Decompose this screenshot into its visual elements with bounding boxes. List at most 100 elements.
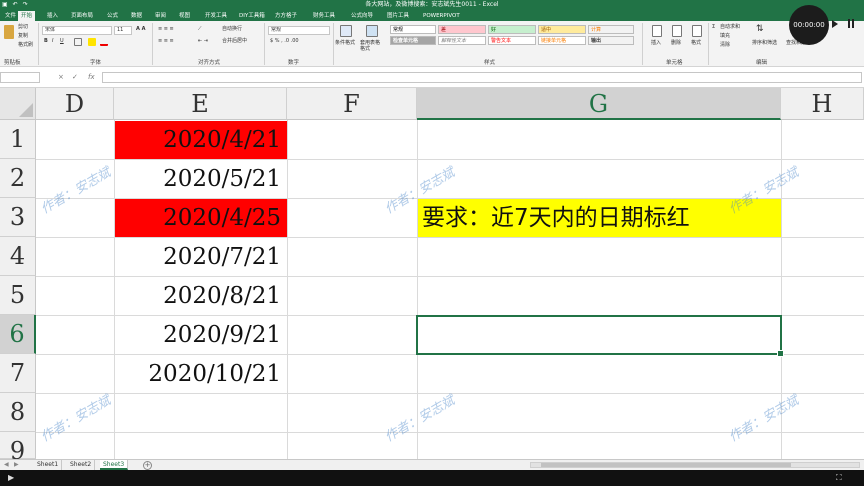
style-linked-cell[interactable]: 链接单元格 xyxy=(538,36,586,45)
tab-diy-tools[interactable]: DIY工具箱 xyxy=(236,11,268,21)
row-header-6[interactable]: 6 xyxy=(0,315,36,354)
cancel-icon[interactable]: × xyxy=(58,72,64,83)
tab-insert[interactable]: 插入 xyxy=(44,11,61,21)
clear-button[interactable]: 清除 xyxy=(720,42,730,49)
worksheet-grid[interactable]: D E F G H 1 2 3 4 5 6 7 8 9 2020/4/21 20… xyxy=(0,88,864,459)
horizontal-scrollbar[interactable] xyxy=(530,462,860,468)
column-header-g[interactable]: G xyxy=(417,88,781,120)
tab-formulas[interactable]: 公式 xyxy=(104,11,121,21)
column-header-h[interactable]: H xyxy=(781,88,864,120)
format-painter-button[interactable]: 格式刷 xyxy=(18,42,33,49)
style-bad[interactable]: 差 xyxy=(438,25,486,34)
tab-page-layout[interactable]: 页面布局 xyxy=(68,11,96,21)
row-header-2[interactable]: 2 xyxy=(0,159,36,198)
active-cell-selection[interactable] xyxy=(416,315,784,357)
sheet-tab-2[interactable]: Sheet2 xyxy=(67,460,96,470)
merge-center-button[interactable]: 合并后居中 xyxy=(222,38,247,45)
bold-icon[interactable]: B xyxy=(44,38,48,45)
tab-view[interactable]: 视图 xyxy=(176,11,193,21)
cell-e7[interactable]: 2020/10/21 xyxy=(115,355,287,393)
style-good[interactable]: 好 xyxy=(488,25,536,34)
style-check-cell[interactable]: 检查单元格 xyxy=(390,36,436,45)
cell-e5[interactable]: 2020/8/21 xyxy=(115,277,287,315)
column-header-e[interactable]: E xyxy=(114,88,287,120)
tab-file[interactable]: 文件 xyxy=(2,11,19,21)
tab-picture-tools[interactable]: 图片工具 xyxy=(384,11,412,21)
fill-color-icon[interactable] xyxy=(88,38,96,46)
font-name-select[interactable]: 宋体 xyxy=(42,26,112,35)
insert-cells-icon[interactable] xyxy=(652,25,662,37)
tab-formula-wizard[interactable]: 公式向导 xyxy=(348,11,376,21)
conditional-format-button[interactable]: 条件格式 xyxy=(335,40,355,47)
cell-e4[interactable]: 2020/7/21 xyxy=(115,238,287,276)
add-sheet-icon[interactable]: + xyxy=(143,461,152,470)
row-header-3[interactable]: 3 xyxy=(0,198,36,237)
tab-review[interactable]: 审阅 xyxy=(152,11,169,21)
sheet-next-icon[interactable]: ▶ xyxy=(14,460,19,470)
cell-e3[interactable]: 2020/4/25 xyxy=(115,199,287,237)
style-explanatory[interactable]: 解释性文本 xyxy=(438,36,486,45)
fullscreen-icon[interactable]: ⛶ xyxy=(836,473,842,483)
delete-cells-button[interactable]: 删除 xyxy=(671,40,681,47)
number-format-select[interactable]: 常规 xyxy=(268,26,330,35)
table-format-icon[interactable] xyxy=(366,25,378,37)
row-header-7[interactable]: 7 xyxy=(0,354,36,393)
indent-icon[interactable]: ⇤ ⇥ xyxy=(198,38,208,45)
wrap-text-button[interactable]: 自动换行 xyxy=(222,26,242,33)
tab-home[interactable]: 开始 xyxy=(18,11,36,21)
fill-button[interactable]: 填充 xyxy=(720,33,730,40)
style-output[interactable]: 输出 xyxy=(588,36,634,45)
tab-finance-tools[interactable]: 财务工具 xyxy=(310,11,338,21)
orientation-icon[interactable]: ⟋ xyxy=(198,26,202,33)
style-normal[interactable]: 常规 xyxy=(390,25,436,34)
tab-fangfang[interactable]: 方方格子 xyxy=(272,11,300,21)
paste-icon[interactable] xyxy=(4,25,14,39)
insert-cells-button[interactable]: 插入 xyxy=(651,40,661,47)
grow-font-icon[interactable]: A A xyxy=(136,26,145,33)
formula-input[interactable] xyxy=(102,72,862,83)
pause-icon[interactable] xyxy=(848,19,854,28)
sort-filter-button[interactable]: 排序和筛选 xyxy=(752,40,777,47)
font-size-select[interactable]: 11 xyxy=(114,26,132,35)
border-icon[interactable] xyxy=(74,38,82,46)
table-format-button[interactable]: 套用表格格式 xyxy=(360,40,384,52)
align-left-icon[interactable]: ≡ ≡ ≡ xyxy=(158,38,174,45)
enter-icon[interactable]: ✓ xyxy=(72,72,78,83)
format-cells-icon[interactable] xyxy=(692,25,702,37)
sheet-tab-3[interactable]: Sheet3 xyxy=(100,460,129,470)
format-cells-button[interactable]: 格式 xyxy=(691,40,701,47)
copy-button[interactable]: 复制 xyxy=(18,33,28,40)
align-top-icon[interactable]: ≡ ≡ ≡ xyxy=(158,26,174,33)
cell-e1[interactable]: 2020/4/21 xyxy=(115,121,287,159)
sheet-prev-icon[interactable]: ◀ xyxy=(4,460,9,470)
autosum-icon[interactable]: Σ xyxy=(712,24,715,31)
video-play-icon[interactable]: ▶ xyxy=(8,473,14,482)
cell-e2[interactable]: 2020/5/21 xyxy=(115,160,287,198)
row-header-4[interactable]: 4 xyxy=(0,237,36,276)
cut-button[interactable]: 剪切 xyxy=(18,24,28,31)
style-warning[interactable]: 警告文本 xyxy=(488,36,536,45)
column-header-d[interactable]: D xyxy=(36,88,114,120)
font-color-icon[interactable] xyxy=(100,38,108,46)
row-header-8[interactable]: 8 xyxy=(0,393,36,432)
name-box[interactable] xyxy=(0,72,40,83)
style-calculation[interactable]: 计算 xyxy=(588,25,634,34)
column-header-f[interactable]: F xyxy=(287,88,417,120)
cell-e6[interactable]: 2020/9/21 xyxy=(115,316,287,354)
italic-icon[interactable]: I xyxy=(52,38,53,45)
sort-filter-icon[interactable]: ⇅ xyxy=(756,25,764,34)
scrollbar-thumb[interactable] xyxy=(541,463,791,467)
conditional-format-icon[interactable] xyxy=(340,25,352,37)
style-neutral[interactable]: 适中 xyxy=(538,25,586,34)
tab-developer[interactable]: 开发工具 xyxy=(202,11,230,21)
play-icon[interactable] xyxy=(832,20,838,28)
sheet-tab-1[interactable]: Sheet1 xyxy=(34,460,63,470)
autosum-button[interactable]: 自动求和 xyxy=(720,24,740,31)
percent-icon[interactable]: $ % , .0 .00 xyxy=(270,38,299,45)
tab-data[interactable]: 数据 xyxy=(128,11,145,21)
select-all-corner[interactable] xyxy=(0,88,36,120)
row-header-5[interactable]: 5 xyxy=(0,276,36,315)
tab-powerpivot[interactable]: POWERPIVOT xyxy=(420,11,463,21)
delete-cells-icon[interactable] xyxy=(672,25,682,37)
row-header-1[interactable]: 1 xyxy=(0,120,36,159)
